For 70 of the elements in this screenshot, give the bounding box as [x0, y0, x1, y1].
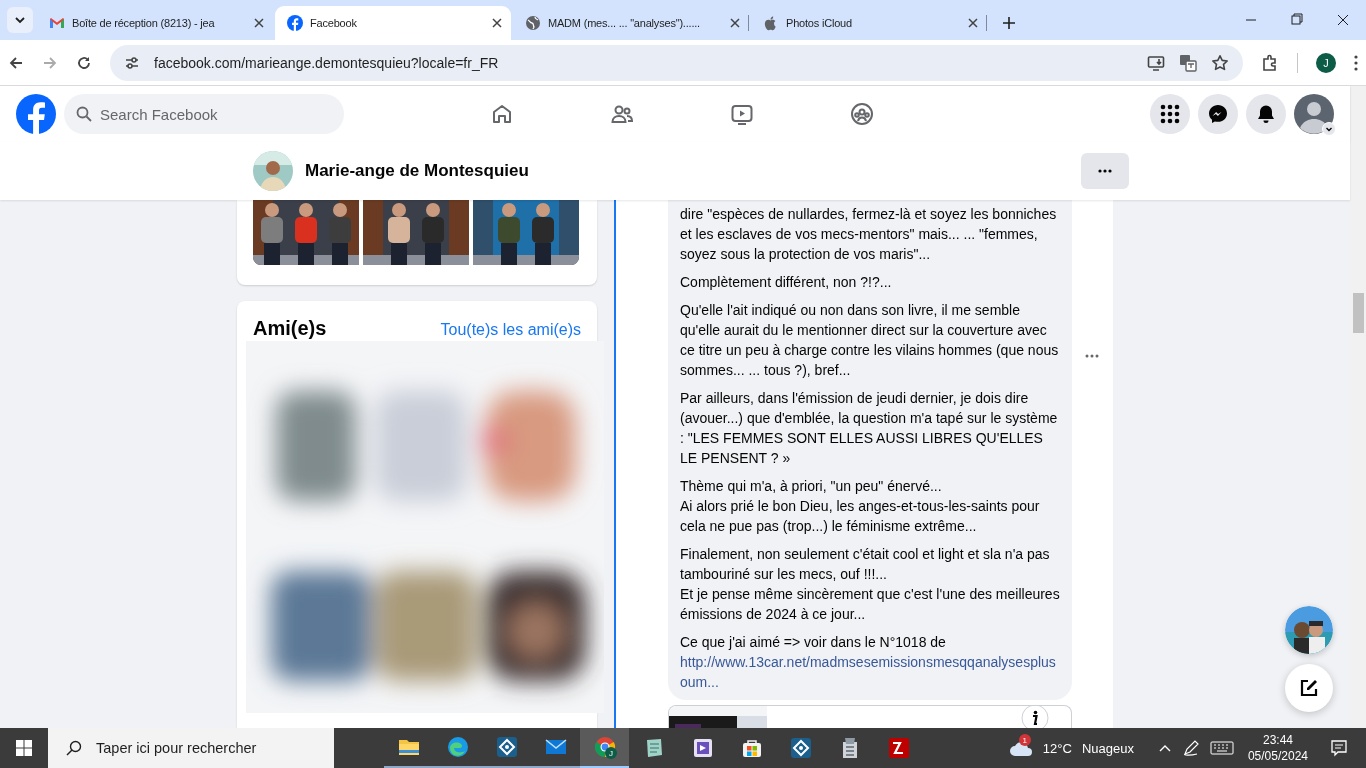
new-tab-icon[interactable] [1001, 15, 1017, 31]
facebook-logo-icon [287, 15, 303, 31]
comment-text: Thème qui m'a, à priori, "un peu" énervé... Ai alors prié le bon Dieu, les anges-et-tous-les-saints pour cela ne pue pas (trop...) le féminisme extrême... [680, 477, 1041, 536]
more-menu-icon[interactable] [1354, 54, 1358, 71]
tab-search-button[interactable] [7, 7, 33, 33]
notifications-icon[interactable] [1330, 739, 1348, 757]
taskbar-app[interactable]: J [580, 728, 629, 768]
groups-icon[interactable] [850, 102, 874, 126]
browser-tab[interactable]: MADM (mes... ... "analyses")...... [513, 6, 749, 40]
messenger-button[interactable] [1198, 94, 1238, 134]
pen-icon[interactable] [1181, 739, 1200, 757]
chevron-down-icon[interactable] [1322, 122, 1336, 136]
chevron-down-icon [14, 14, 26, 26]
messenger-icon [1208, 104, 1228, 124]
friends-heading: Ami(e)s [253, 317, 327, 340]
search-field[interactable]: Search Facebook [64, 94, 344, 134]
comment-text: dire "espèces de nullardes, fermez-là et soyez les bonniches et les esclaves de vos mecs-mentors" mais... ... "femmes, soyez sous la protection de vos maris"... [680, 205, 1058, 264]
comment-text: Finalement, non seulement c'était cool et light et sla n'a pas tambouriné sur les mecs, ouf !!!... Et je pense même sincèrement que c'est l'une des meilleures émissions de 2024 à ce jour... [680, 545, 1060, 624]
taskbar-search-field[interactable]: Taper ici pour rechercher [48, 728, 334, 768]
diamond-app-icon[interactable] [494, 735, 519, 759]
site-settings-icon[interactable] [124, 54, 140, 71]
time: 23:44 [1262, 732, 1293, 748]
extensions-icon[interactable] [1261, 53, 1279, 72]
search-icon [66, 740, 82, 756]
notification-badge: 1 [1018, 734, 1031, 746]
browser-tab[interactable]: Facebook [275, 6, 511, 40]
diamond-app-icon[interactable] [788, 736, 813, 760]
comment-text: Ce que j'ai aimé => voir dans le N°1018 de [680, 633, 947, 652]
new-message-button[interactable] [1285, 664, 1333, 712]
profile-badge: J [605, 747, 617, 759]
more-icon[interactable] [1085, 354, 1099, 358]
comment-link[interactable]: http://www.13car.net/madmsesemissionsmesqqanalysesplusoum... [680, 652, 1060, 692]
more-icon [1098, 169, 1112, 173]
browser-tab[interactable]: Boîte de réception (8213) - jea [37, 6, 273, 40]
scrollbar[interactable] [1350, 86, 1366, 728]
home-icon[interactable] [490, 102, 514, 126]
windows-start-icon[interactable] [16, 740, 32, 756]
account-avatar[interactable] [1294, 94, 1334, 134]
all-friends-link[interactable]: Tou(te)s les ami(e)s [440, 321, 581, 339]
menu-button[interactable] [1150, 94, 1190, 134]
filezilla-icon[interactable] [886, 736, 911, 760]
translate-icon[interactable] [1179, 53, 1197, 72]
browser-tab[interactable]: Photos iCloud [751, 6, 987, 40]
install-app-icon[interactable] [1147, 53, 1165, 72]
profile-avatar[interactable]: J [1316, 52, 1336, 73]
clock[interactable]: 23:44 05/05/2024 [1247, 732, 1308, 764]
address-bar[interactable]: facebook.com/marieange.demontesquieu?locale=fr_FR [110, 44, 1243, 81]
weather-condition[interactable]: Nuageux [1081, 740, 1134, 756]
date: 05/05/2024 [1247, 748, 1308, 764]
facebook-logo-icon[interactable] [16, 94, 56, 134]
globe-icon [525, 15, 541, 31]
keyboard-icon[interactable] [1209, 741, 1234, 755]
mail-icon [49, 15, 65, 31]
bell-icon [1256, 104, 1276, 124]
grid-icon [1160, 104, 1180, 124]
apple-icon [763, 15, 779, 31]
compose-icon [1299, 678, 1319, 698]
star-icon[interactable] [1211, 53, 1229, 72]
comment-text: Par ailleurs, dans l'émission de jeudi dernier, je dois dire (avouer...) que d'emblée, la question m'a tapé sur le système : "LES FEMMES SONT ELLES AUSSI LIBRES QU'ELLES LE PENSENT ? » [680, 389, 1059, 468]
back-arrow-icon[interactable] [8, 54, 24, 71]
comment-text: Complètement différent, non ?!?... [680, 273, 893, 292]
info-icon[interactable] [1021, 706, 1049, 728]
search-icon [76, 106, 92, 122]
edge-icon[interactable] [445, 735, 470, 759]
reload-icon[interactable] [76, 54, 92, 71]
notifications-button[interactable] [1246, 94, 1286, 134]
video-icon[interactable] [730, 102, 754, 126]
profile-name[interactable]: Marie-ange de Montesquieu [305, 161, 529, 181]
temperature[interactable]: 12°C [1042, 740, 1072, 756]
comment-text: Qu'elle l'ait indiqué ou non dans son livre, il me semble qu'elle aurait du le mentionner direct sur la couverture avec ce titre un peu à charge contre les vilains hommes (que nous sommes... ... tous ?), bref... [680, 301, 1060, 380]
